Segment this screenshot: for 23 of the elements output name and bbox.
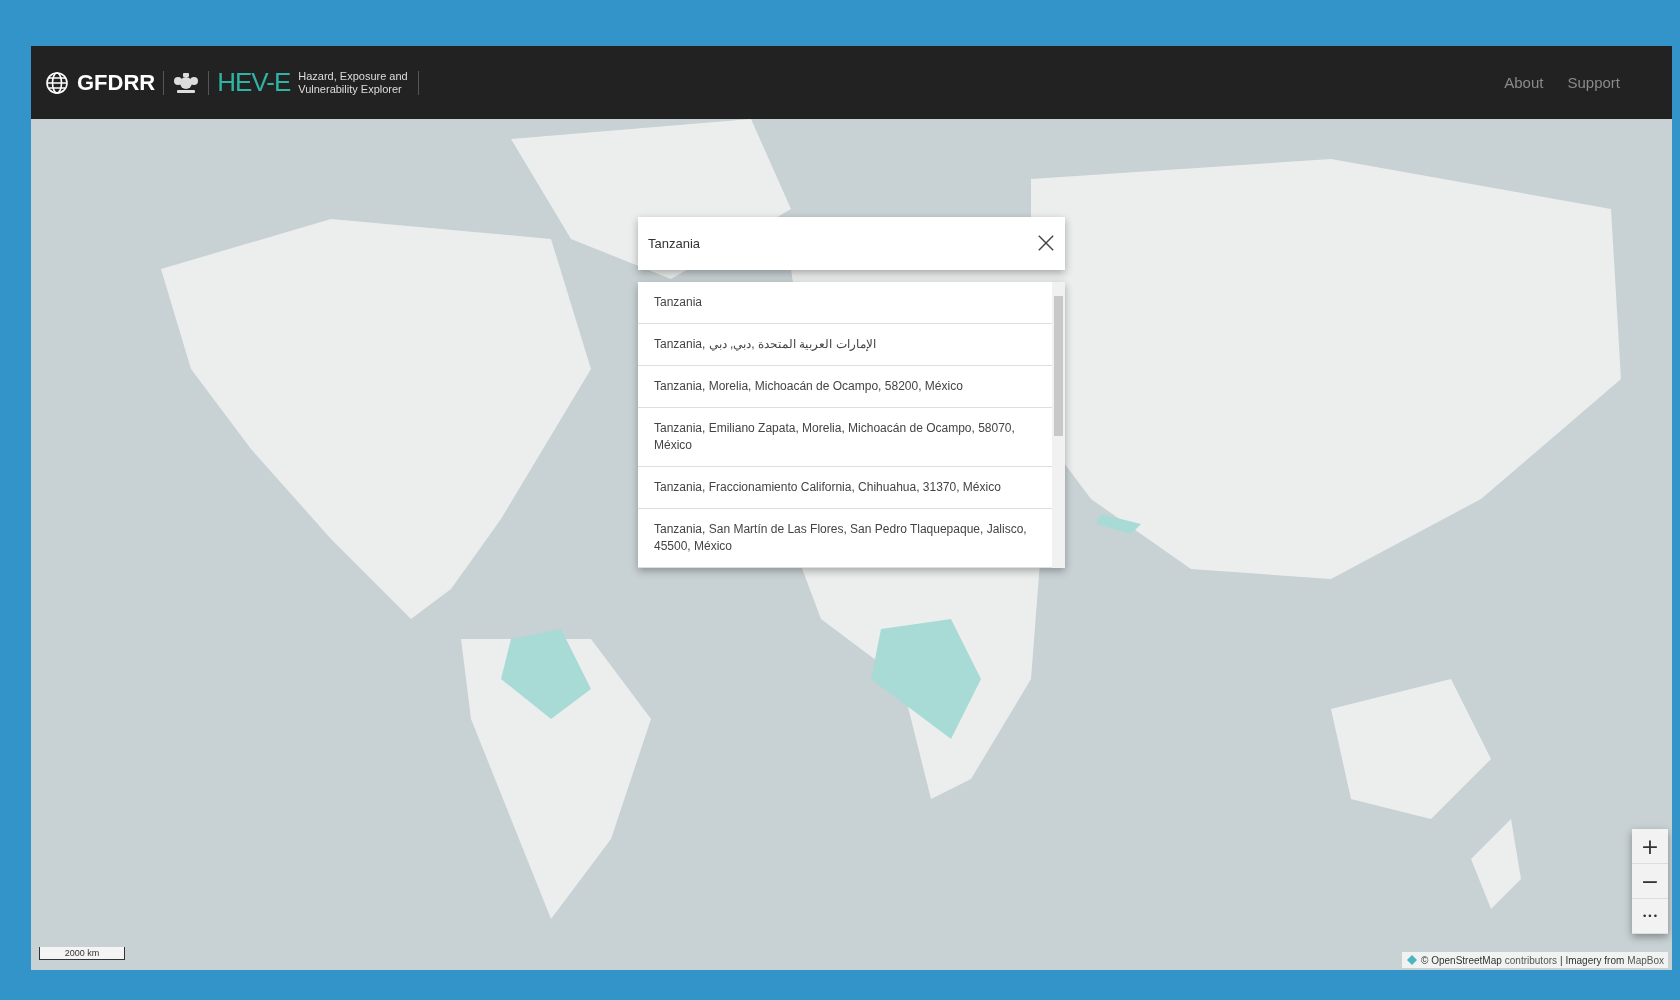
layers-icon bbox=[1406, 954, 1419, 966]
more-button[interactable]: ••• bbox=[1632, 899, 1668, 934]
search-result[interactable]: Tanzania, Fraccionamiento California, Chihuahua, 31370, México bbox=[638, 467, 1052, 509]
app-name: HEV-E bbox=[217, 67, 291, 98]
app-subtitle: Hazard, Exposure and Vulnerability Explorer bbox=[298, 69, 409, 96]
search-field[interactable]: Tanzania bbox=[638, 217, 1065, 270]
search-result[interactable]: Tanzania, الإمارات العربية المتحدة ,دبي, دبي bbox=[638, 324, 1052, 366]
nav-link[interactable]: Support bbox=[1567, 74, 1620, 91]
crest-icon bbox=[172, 70, 201, 95]
close-icon[interactable] bbox=[1037, 234, 1055, 252]
search-result[interactable]: Tanzania, Morelia, Michoacán de Ocampo, 58200, México bbox=[638, 366, 1052, 408]
scale-bar: 2000 km bbox=[39, 947, 125, 960]
scrollbar[interactable] bbox=[1052, 282, 1065, 568]
attribution-link[interactable]: contributors bbox=[1504, 954, 1558, 966]
nav-link[interactable]: About bbox=[1504, 74, 1544, 91]
search-result[interactable]: Tanzania bbox=[638, 282, 1052, 324]
globe-icon bbox=[45, 70, 69, 95]
zoom-in-button[interactable]: + bbox=[1632, 829, 1668, 864]
attribution-link[interactable]: MapBox bbox=[1627, 954, 1664, 966]
attribution-text: © OpenStreetMap bbox=[1421, 954, 1502, 966]
zoom-out-button[interactable]: − bbox=[1632, 864, 1668, 899]
brand-name: GFDRR bbox=[77, 69, 156, 96]
attribution-text: | Imagery from bbox=[1560, 954, 1625, 966]
